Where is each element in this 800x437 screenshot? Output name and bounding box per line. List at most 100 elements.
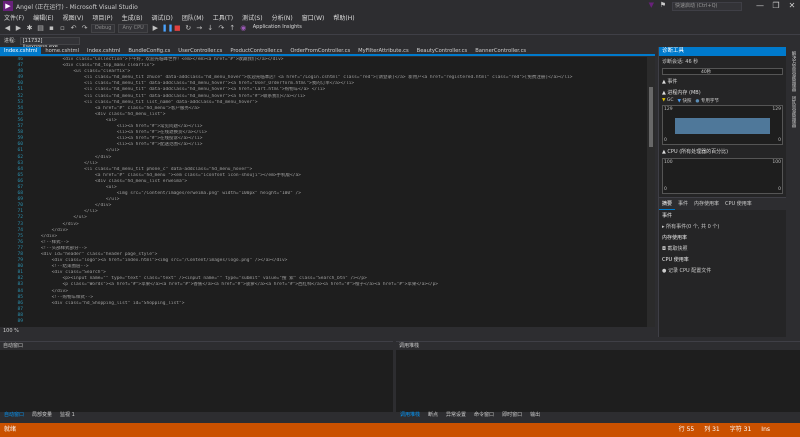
undo-icon[interactable]: ↶ [69, 24, 78, 33]
step-into-icon[interactable]: ↓ [206, 24, 215, 33]
show-next-statement-icon[interactable]: → [195, 24, 204, 33]
mem-ymin-left: 0 [664, 138, 667, 143]
menu-test[interactable]: 测试(S) [242, 13, 263, 22]
tab-command-window[interactable]: 命令窗口 [470, 411, 498, 420]
bottom-right-tabs: 调用堆栈 断点 异常设置 命令窗口 即时窗口 输出 [396, 411, 800, 420]
step-out-icon[interactable]: ↑ [228, 24, 237, 33]
memory-section-label[interactable]: ▲ 进程内存 (MB) [659, 87, 786, 98]
step-over-icon[interactable]: ↷ [217, 24, 226, 33]
status-char: 字符 31 [729, 426, 752, 433]
menu-window[interactable]: 窗口(W) [302, 13, 325, 22]
tab-watch-1[interactable]: 监视 1 [56, 411, 79, 420]
tab-productcontroller[interactable]: ProductController.cs [226, 47, 286, 56]
cpu-ymax-left: 100 [664, 160, 673, 165]
cpu-section-label[interactable]: ▲ CPU (所有处理器的百分比) [659, 146, 786, 157]
standard-toolbar: ◀ ▶ ✱ ▤ ▪ ▫ ↶ ↷ Debug Any CPU ▶ ❚❚ ■ ↻ →… [0, 22, 800, 35]
save-all-icon[interactable]: ▫ [58, 24, 67, 33]
events-section-label[interactable]: ▲ 事件 [659, 76, 786, 87]
process-label: 进程: [4, 38, 16, 44]
forward-icon[interactable]: ▶ [14, 24, 23, 33]
status-right: 行 55 列 31 字符 31 Ins [679, 423, 800, 437]
tab-bundleconfig[interactable]: BundleConfig.cs [124, 47, 174, 56]
take-snapshot-button[interactable]: ◘ 截取快照 [659, 243, 786, 254]
zoom-level[interactable]: 100 % [3, 328, 19, 334]
config-select[interactable]: Debug [91, 23, 116, 33]
session-timeline[interactable]: 40秒 [662, 68, 783, 75]
events-header: 事件 [662, 213, 673, 219]
redo-icon[interactable]: ↷ [80, 24, 89, 33]
new-project-icon[interactable]: ✱ [25, 24, 34, 33]
back-icon[interactable]: ◀ [3, 24, 12, 33]
all-events-link[interactable]: ▸ 所有事件(0 个, 共 0 个) [659, 221, 786, 232]
save-icon[interactable]: ▪ [47, 24, 56, 33]
tab-orderfromcontroller[interactable]: OrderFromController.cs [286, 47, 354, 56]
autos-body[interactable] [0, 350, 393, 412]
right-side-rail: 解决方案资源管理器 团队资源管理器 [787, 47, 800, 337]
tab-call-stack[interactable]: 调用堆栈 [396, 411, 424, 420]
menu-tools[interactable]: 工具(T) [213, 13, 233, 22]
continue-icon[interactable]: ▶ [151, 24, 160, 33]
menu-edit[interactable]: 编辑(E) [33, 13, 53, 22]
code-content[interactable]: <div class="Collection">下午好，欢迎光临峰世界！<em>… [30, 57, 645, 307]
pause-icon[interactable]: ❚❚ [162, 24, 174, 33]
legend-gc: ▼ GC [662, 98, 674, 103]
platform-select[interactable]: Any CPU [118, 23, 148, 33]
tab-exception-settings[interactable]: 异常设置 [442, 411, 470, 420]
tab-bannercontroller[interactable]: BannerController.cs [471, 47, 530, 56]
close-button[interactable]: ✕ [784, 0, 800, 12]
memory-chart[interactable]: 129 129 0 0 [662, 105, 783, 145]
quick-launch-input[interactable]: 快速启动 (Ctrl+Q) [672, 2, 742, 11]
menu-view[interactable]: 视图(V) [63, 13, 84, 22]
code-editor[interactable]: 46 47 48 49 50 51 52 53 54 55 56 57 58 59 60 61 62 63 64 65… [0, 57, 655, 327]
team-explorer-tab[interactable]: 团队资源管理器 [790, 96, 796, 128]
debug-location-toolbar: 进程: [11732] iisexpress.exe [0, 35, 800, 50]
minimize-button[interactable]: — [752, 0, 768, 12]
menu-help[interactable]: 帮助(H) [333, 13, 354, 22]
menu-bar: 文件(F) 编辑(E) 视图(V) 项目(P) 生成(B) 调试(D) 团队(M… [0, 12, 800, 22]
legend-snapshot: ▼ 快照 [677, 99, 692, 104]
tab-home-cshtml[interactable]: home.cshtml [41, 47, 83, 56]
record-cpu-profile-button[interactable]: ● 记录 CPU 配置文件 [659, 265, 786, 276]
tab-events[interactable]: 事件 [675, 198, 691, 210]
tab-myfilterattribute[interactable]: MyFilterAttribute.cs [354, 47, 413, 56]
open-icon[interactable]: ▤ [36, 24, 45, 33]
editor-vertical-scrollbar[interactable] [647, 57, 655, 327]
filter-icon[interactable]: ▼ [649, 1, 654, 9]
autos-title: 自动窗口 [0, 342, 393, 350]
tab-locals[interactable]: 局部变量 [28, 411, 56, 420]
code-line[interactable]: <div class="hd_Shopping_list" id="Shoppi… [30, 301, 645, 307]
tab-summary[interactable]: 摘要 [659, 198, 676, 210]
tab-index-cshtml[interactable]: Index.cshtml [0, 47, 42, 56]
menu-team[interactable]: 团队(M) [182, 13, 204, 22]
stop-icon[interactable]: ■ [173, 24, 182, 33]
application-insights-button[interactable]: Application Insights [250, 24, 305, 33]
insights-icon: ◉ [240, 23, 247, 32]
menu-project[interactable]: 项目(P) [92, 13, 112, 22]
tab-memory-usage[interactable]: 内存使用率 [691, 198, 722, 210]
tab-autos[interactable]: 自动窗口 [0, 411, 28, 420]
memory-legend: ▼ GC ▼ 快照 ● 专用字节 [659, 98, 786, 104]
feedback-flag-icon[interactable]: ⚑ [660, 1, 666, 9]
call-stack-body[interactable] [396, 350, 800, 412]
tab-output[interactable]: 输出 [526, 411, 544, 420]
scroll-thumb[interactable] [649, 87, 653, 147]
tab-cpu-usage[interactable]: CPU 使用率 [722, 198, 755, 210]
document-tabs: Index.cshtml home.cshtml Index.cshtml Bu… [0, 47, 655, 56]
solution-explorer-tab[interactable]: 解决方案资源管理器 [790, 51, 796, 92]
tab-index-cshtml-2[interactable]: Index.cshtml [83, 47, 124, 56]
maximize-button[interactable]: ❐ [768, 0, 784, 12]
process-select[interactable]: [11732] iisexpress.exe [19, 36, 80, 50]
menu-debug[interactable]: 调试(D) [152, 13, 173, 22]
tab-usercontroller[interactable]: UserController.cs [174, 47, 226, 56]
restart-icon[interactable]: ↻ [184, 24, 193, 33]
tab-immediate-window[interactable]: 即时窗口 [498, 411, 526, 420]
menu-build[interactable]: 生成(B) [122, 13, 143, 22]
menu-file[interactable]: 文件(F) [4, 13, 24, 22]
cpu-ymax-right: 100 [772, 160, 781, 165]
menu-analyze[interactable]: 分析(N) [272, 13, 293, 22]
tab-breakpoints[interactable]: 断点 [424, 411, 442, 420]
vs-logo-icon: ▶ [3, 1, 13, 11]
cpu-chart[interactable]: 100 100 0 0 [662, 158, 783, 194]
tab-beautycontroller[interactable]: BeautyController.cs [413, 47, 472, 56]
timeline-tick: 40秒 [701, 70, 712, 75]
